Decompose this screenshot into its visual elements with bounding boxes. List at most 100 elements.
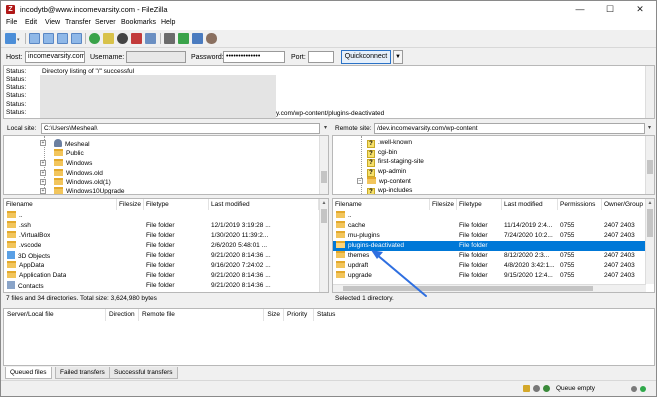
site-manager-dropdown-icon[interactable]: ▾ — [17, 37, 20, 43]
tree-item-cgi-bin[interactable]: ? cgi-bin — [365, 148, 397, 158]
table-row[interactable]: cache File folder 11/14/2019 2:4... 0755… — [333, 221, 646, 231]
menu-transfer[interactable]: Transfer — [65, 19, 91, 26]
column-filetype[interactable]: Filetype — [457, 199, 502, 210]
sync-browse-icon[interactable] — [192, 33, 203, 44]
table-row[interactable]: 3D Objects File folder 9/21/2020 8:14:36… — [4, 251, 320, 261]
maximize-button[interactable]: ☐ — [599, 3, 621, 16]
column-filesize[interactable]: Filesize — [430, 199, 457, 210]
toggle-local-tree-icon[interactable] — [43, 33, 54, 44]
folder-icon — [336, 271, 345, 278]
table-row[interactable]: upgrade File folder 9/15/2020 12:4... 07… — [333, 271, 646, 281]
tree-item-windows10upgrade[interactable]: + Windows10Upgrade — [40, 187, 125, 194]
message-log[interactable]: Status: Directory listing of "/" successf… — [3, 65, 655, 119]
toggle-queue-icon[interactable] — [71, 33, 82, 44]
menu-view[interactable]: View — [45, 19, 60, 26]
tree-item-wp-includes[interactable]: ? wp-includes — [365, 186, 412, 194]
quickconnect-dropdown-icon[interactable]: ▼ — [393, 50, 403, 64]
host-input[interactable]: incomevarsity.com — [25, 51, 85, 63]
tree-item-windows[interactable]: + Windows — [40, 159, 92, 168]
column-filename[interactable]: Filename — [4, 199, 117, 210]
tab-queued-files[interactable]: Queued files — [5, 367, 52, 379]
password-input[interactable]: •••••••••••••• — [223, 51, 285, 63]
remote-tree-scrollbar[interactable] — [645, 136, 654, 194]
cancel-icon[interactable] — [117, 33, 128, 44]
tree-item-mesheal[interactable]: + Mesheal — [40, 139, 90, 148]
filter-icon[interactable] — [164, 33, 175, 44]
menu-edit[interactable]: Edit — [25, 19, 37, 26]
column-last-modified[interactable]: Last modified — [502, 199, 558, 210]
column-filename[interactable]: Filename — [333, 199, 430, 210]
close-button[interactable]: ✕ — [629, 3, 651, 16]
column-last-modified[interactable]: Last modified — [209, 199, 319, 210]
table-row[interactable]: AppData File folder 9/16/2020 7:24:02 ..… — [4, 261, 320, 271]
table-row[interactable]: Application Data File folder 9/21/2020 8… — [4, 271, 320, 281]
table-row[interactable]: .. — [4, 211, 320, 221]
tree-item-first-staging-site[interactable]: ? first-staging-site — [365, 157, 424, 167]
local-tree-scrollbar[interactable] — [319, 136, 328, 194]
table-row[interactable]: themes File folder 8/12/2020 2:3... 0755… — [333, 251, 646, 261]
reconnect-icon[interactable] — [145, 33, 156, 44]
folder-icon — [336, 221, 345, 228]
column-permissions[interactable]: Permissions — [558, 199, 602, 210]
remote-files-scrollbar[interactable]: ▲ — [645, 199, 654, 284]
disconnect-icon[interactable] — [131, 33, 142, 44]
folder-icon — [54, 149, 63, 156]
table-row[interactable]: mu-plugins File folder 7/24/2020 10:2...… — [333, 231, 646, 241]
port-input[interactable] — [308, 51, 334, 63]
menu-help[interactable]: Help — [161, 19, 175, 26]
column-server-local-file[interactable]: Server/Local file — [4, 309, 106, 321]
tree-item-windows-old[interactable]: + Windows.old — [40, 169, 103, 178]
remote-site-bar: Remote site: /dev.incomevarsity.com/wp-c… — [332, 123, 655, 135]
remote-site-path-input[interactable]: /dev.incomevarsity.com/wp-content — [374, 123, 645, 134]
local-site-path-input[interactable]: C:\Users\Mesheal\ — [41, 123, 320, 134]
toolbar-separator — [85, 33, 86, 44]
tree-item-public[interactable]: Public — [44, 149, 84, 158]
local-site-dropdown-icon[interactable]: ▾ — [321, 123, 330, 134]
local-directory-tree[interactable]: + Mesheal Public + Windows + Windows.old… — [3, 135, 329, 195]
column-status[interactable]: Status — [314, 309, 414, 321]
table-row[interactable]: updraft File folder 4/8/2020 3:42:1... 0… — [333, 261, 646, 271]
username-input[interactable] — [126, 51, 186, 63]
menu-server[interactable]: Server — [95, 19, 116, 26]
menu-bookmarks[interactable]: Bookmarks — [121, 19, 156, 26]
tab-failed-transfers[interactable]: Failed transfers — [55, 367, 110, 379]
tree-item-wp-content[interactable]: − wp-content — [357, 177, 411, 186]
remote-file-list[interactable]: Filename Filesize Filetype Last modified… — [332, 198, 655, 293]
local-file-list[interactable]: Filename Filesize Filetype Last modified… — [3, 198, 329, 293]
remote-site-dropdown-icon[interactable]: ▾ — [645, 123, 654, 134]
transfer-queue[interactable]: Server/Local file Direction Remote file … — [3, 308, 655, 366]
quickconnect-button[interactable]: Quickconnect — [341, 50, 391, 64]
table-row-selected[interactable]: plugins-deactivated File folder — [333, 241, 646, 251]
toggle-remote-tree-icon[interactable] — [57, 33, 68, 44]
table-row[interactable]: .. — [333, 211, 646, 221]
table-row[interactable]: .VirtualBox File folder 1/30/2020 11:39:… — [4, 231, 320, 241]
column-filesize[interactable]: Filesize — [117, 199, 144, 210]
column-size[interactable]: Size — [264, 309, 284, 321]
minimize-button[interactable]: — — [569, 3, 591, 16]
table-row[interactable]: .ssh File folder 12/1/2019 3:19:28 ... — [4, 221, 320, 231]
site-manager-icon[interactable] — [5, 33, 16, 44]
column-filetype[interactable]: Filetype — [144, 199, 209, 210]
tree-item-well-known[interactable]: ? .well-known — [365, 138, 412, 148]
process-queue-icon[interactable] — [103, 33, 114, 44]
log-scrollbar[interactable] — [645, 66, 654, 118]
tree-item-windows-old-1[interactable]: + Windows.old(1) — [40, 178, 111, 187]
menu-file[interactable]: File — [6, 19, 17, 26]
receive-indicator-icon — [631, 386, 637, 392]
refresh-icon[interactable] — [89, 33, 100, 44]
search-icon[interactable] — [206, 33, 217, 44]
compare-icon[interactable] — [178, 33, 189, 44]
column-priority[interactable]: Priority — [284, 309, 314, 321]
column-owner-group[interactable]: Owner/Group — [602, 199, 647, 210]
toggle-log-icon[interactable] — [29, 33, 40, 44]
local-files-scrollbar[interactable]: ▲ — [319, 199, 328, 292]
remote-files-hscrollbar[interactable] — [333, 284, 646, 292]
table-row[interactable]: .vscode File folder 2/6/2020 5:48:01 ... — [4, 241, 320, 251]
folder-icon — [367, 177, 376, 184]
tree-item-wp-admin[interactable]: ? wp-admin — [365, 167, 406, 177]
tab-successful-transfers[interactable]: Successful transfers — [109, 367, 178, 379]
column-direction[interactable]: Direction — [106, 309, 139, 321]
table-row[interactable]: Contacts File folder 9/21/2020 8:14:36 .… — [4, 281, 320, 291]
column-remote-file[interactable]: Remote file — [139, 309, 264, 321]
remote-directory-tree[interactable]: ? .well-known ? cgi-bin ? first-staging-sit… — [332, 135, 655, 195]
